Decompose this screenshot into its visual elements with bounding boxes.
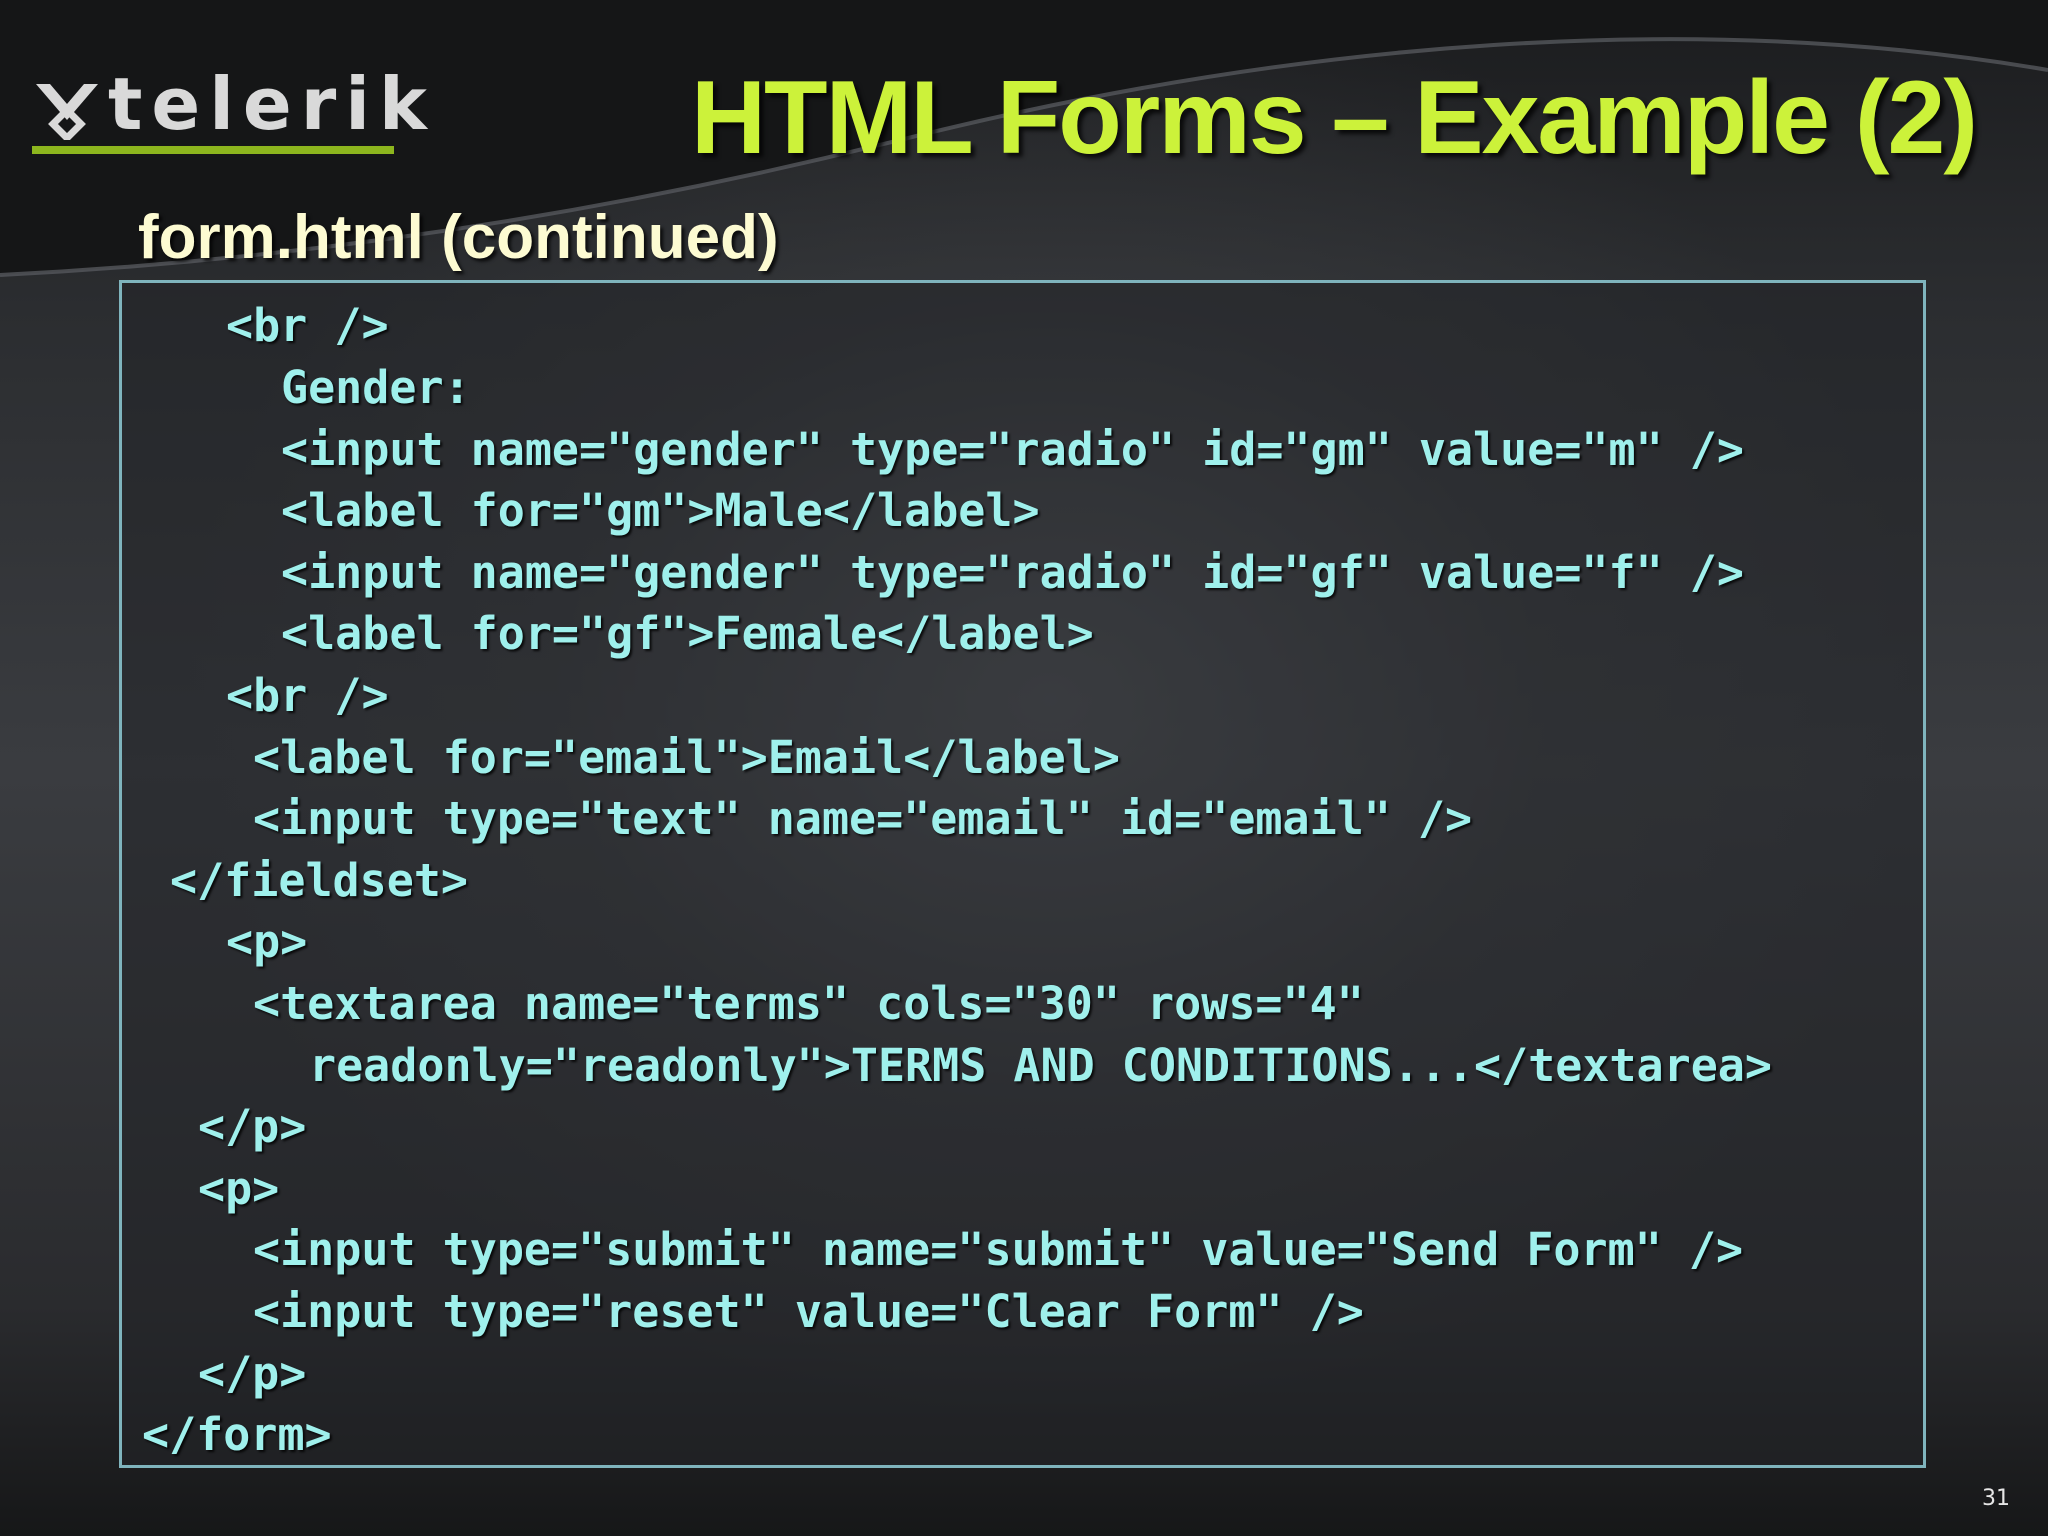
logo-underline <box>32 146 394 154</box>
slide-subtitle: form.html (continued) <box>138 203 779 272</box>
code-line: Gender: <box>281 361 471 414</box>
code-block: <br /> Gender: <input name="gender" type… <box>119 280 1926 1468</box>
code-line: <p> <box>226 915 308 968</box>
code-line: readonly="readonly">TERMS AND CONDITIONS… <box>309 1039 1772 1092</box>
code-line: </p> <box>198 1347 307 1400</box>
code-line: <input type="reset" value="Clear Form" /… <box>253 1285 1364 1338</box>
telerik-logo: telerik <box>32 62 427 158</box>
code-line: </fieldset> <box>170 854 469 907</box>
code-line: </p> <box>198 1100 307 1153</box>
code-line: <input type="text" name="email" id="emai… <box>253 792 1473 845</box>
code-line: <input type="submit" name="submit" value… <box>253 1223 1744 1276</box>
telerik-logo-icon <box>36 84 98 140</box>
code-line: <input name="gender" type="radio" id="gf… <box>281 546 1744 599</box>
page-number: 31 <box>1982 1486 2010 1511</box>
code-line: <p> <box>198 1162 280 1215</box>
code-line: <br /> <box>226 669 389 722</box>
code-line: <input name="gender" type="radio" id="gm… <box>281 423 1744 476</box>
code-line: </form> <box>142 1408 332 1461</box>
code-line: <label for="gm">Male</label> <box>281 484 1040 537</box>
code-line: <textarea name="terms" cols="30" rows="4… <box>253 977 1364 1030</box>
code-line: <label for="email">Email</label> <box>253 731 1120 784</box>
code-line: <label for="gf">Female</label> <box>281 607 1094 660</box>
slide: telerik HTML Forms – Example (2) form.ht… <box>0 0 2048 1536</box>
logo-text: telerik <box>108 62 436 146</box>
slide-title: HTML Forms – Example (2) <box>690 60 1978 176</box>
code-line: <br /> <box>226 299 389 352</box>
